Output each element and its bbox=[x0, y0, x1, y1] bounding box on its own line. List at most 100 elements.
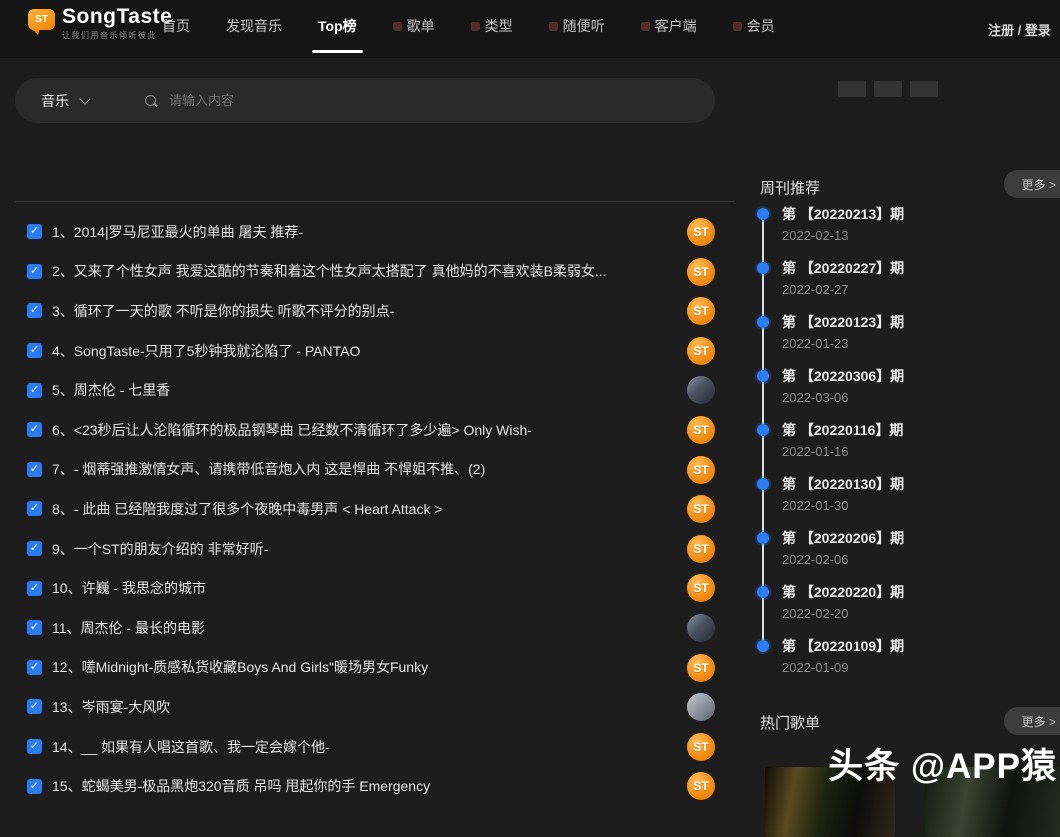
weekly-issue-item[interactable]: 第 【20220220】期 2022-02-20 bbox=[758, 583, 1058, 637]
checked-checkbox-icon[interactable] bbox=[27, 264, 42, 279]
search-category-dropdown[interactable]: 音乐 bbox=[41, 91, 89, 111]
song-row[interactable]: 2、又来了个性女声 我爱这酷的节奏和着这个性女声太搭配了 真他妈的不喜欢装B柔弱… bbox=[15, 252, 735, 292]
checked-checkbox-icon[interactable] bbox=[27, 224, 42, 239]
song-title-text[interactable]: 5、周杰伦 - 七里香 bbox=[52, 380, 170, 400]
nav-item[interactable]: 发现音乐 bbox=[226, 12, 282, 46]
song-row[interactable]: 3、循环了一天的歌 不听是你的损失 听歌不评分的别点- ST bbox=[15, 291, 735, 331]
uploader-avatar[interactable]: ST bbox=[687, 535, 715, 563]
uploader-avatar[interactable]: ST bbox=[687, 456, 715, 484]
song-title-text[interactable]: 3、循环了一天的歌 不听是你的损失 听歌不评分的别点- bbox=[52, 301, 394, 321]
weekly-issue-item[interactable]: 第 【20220306】期 2022-03-06 bbox=[758, 367, 1058, 421]
song-row[interactable]: 15、蛇蝎美男-极品黑炮320音质 吊吗 甩起你的手 Emergency ST bbox=[15, 766, 735, 806]
song-row[interactable]: 14、__ 如果有人唱这首歌、我一定会嫁个他- ST bbox=[15, 727, 735, 767]
song-title-text[interactable]: 14、__ 如果有人唱这首歌、我一定会嫁个他- bbox=[52, 737, 330, 757]
uploader-avatar[interactable]: ST bbox=[687, 297, 715, 325]
weekly-issue-label[interactable]: 第 【20220109】期 bbox=[782, 637, 1058, 655]
checked-checkbox-icon[interactable] bbox=[27, 581, 42, 596]
weekly-issue-item[interactable]: 第 【20220227】期 2022-02-27 bbox=[758, 259, 1058, 313]
weekly-issue-item[interactable]: 第 【20220123】期 2022-01-23 bbox=[758, 313, 1058, 367]
checked-checkbox-icon[interactable] bbox=[27, 383, 42, 398]
weekly-issue-date: 2022-02-20 bbox=[782, 606, 1058, 621]
song-title-text[interactable]: 6、<23秒后让人沦陷循环的极品钢琴曲 已经数不清循环了多少遍> Only Wi… bbox=[52, 420, 532, 440]
song-row[interactable]: 7、- 烟蒂强推激情女声、请携带低音炮入内 这是悍曲 不悍姐不推、(2) ST bbox=[15, 450, 735, 490]
song-title-text[interactable]: 11、周杰伦 - 最长的电影 bbox=[52, 618, 205, 638]
nav-item[interactable]: 会员 bbox=[733, 12, 775, 46]
checked-checkbox-icon[interactable] bbox=[27, 660, 42, 675]
checked-checkbox-icon[interactable] bbox=[27, 620, 42, 635]
song-row[interactable]: 9、一个ST的朋友介绍的 非常好听- ST bbox=[15, 529, 735, 569]
uploader-avatar[interactable]: ST bbox=[687, 495, 715, 523]
song-row[interactable]: 8、- 此曲 已经陪我度过了很多个夜晚中毒男声 < Heart Attack >… bbox=[15, 489, 735, 529]
weekly-issue-item[interactable]: 第 【20220109】期 2022-01-09 bbox=[758, 637, 1058, 691]
uploader-avatar[interactable]: ST bbox=[687, 733, 715, 761]
weekly-issue-item[interactable]: 第 【20220213】期 2022-02-13 bbox=[758, 205, 1058, 259]
logo[interactable]: ST SongTaste 让我们用音乐倾听彼此 bbox=[28, 5, 172, 41]
song-row[interactable]: 10、许巍 - 我思念的城市 ST bbox=[15, 568, 735, 608]
nav-item-icon bbox=[733, 22, 742, 31]
quick-filter-button[interactable] bbox=[838, 81, 866, 97]
song-row[interactable]: 1、2014|罗马尼亚最火的单曲 屠夫 推荐- ST bbox=[15, 212, 735, 252]
uploader-avatar[interactable]: ST bbox=[687, 772, 715, 800]
uploader-avatar[interactable] bbox=[687, 614, 715, 642]
song-title-text[interactable]: 15、蛇蝎美男-极品黑炮320音质 吊吗 甩起你的手 Emergency bbox=[52, 776, 430, 796]
song-title-text[interactable]: 1、2014|罗马尼亚最火的单曲 屠夫 推荐- bbox=[52, 222, 303, 242]
hot-playlists-more-button[interactable]: 更多 > bbox=[1004, 707, 1060, 735]
uploader-avatar[interactable] bbox=[687, 376, 715, 404]
song-title-text[interactable]: 4、SongTaste-只用了5秒钟我就沦陷了 - PANTAO bbox=[52, 341, 360, 361]
song-title-text[interactable]: 12、嗟Midnight-质感私货收藏Boys And Girls"暖场男女Fu… bbox=[52, 657, 428, 677]
weekly-issue-label[interactable]: 第 【20220306】期 bbox=[782, 367, 1058, 385]
weekly-issue-label[interactable]: 第 【20220116】期 bbox=[782, 421, 1058, 439]
checked-checkbox-icon[interactable] bbox=[27, 422, 42, 437]
weekly-issue-item[interactable]: 第 【20220206】期 2022-02-06 bbox=[758, 529, 1058, 583]
song-title-text[interactable]: 9、一个ST的朋友介绍的 非常好听- bbox=[52, 539, 268, 559]
weekly-issue-label[interactable]: 第 【20220206】期 bbox=[782, 529, 1058, 547]
song-title-text[interactable]: 10、许巍 - 我思念的城市 bbox=[52, 578, 206, 598]
song-title-text[interactable]: 13、岑雨宴-大风吹 bbox=[52, 697, 170, 717]
checked-checkbox-icon[interactable] bbox=[27, 699, 42, 714]
search-input[interactable] bbox=[167, 92, 715, 109]
checked-checkbox-icon[interactable] bbox=[27, 779, 42, 794]
register-login-link[interactable]: 注册 / 登录 bbox=[988, 20, 1051, 39]
nav-item[interactable]: 随便听 bbox=[549, 12, 605, 46]
uploader-avatar[interactable]: ST bbox=[687, 337, 715, 365]
weekly-issue-item[interactable]: 第 【20220130】期 2022-01-30 bbox=[758, 475, 1058, 529]
weekly-issue-label[interactable]: 第 【20220130】期 bbox=[782, 475, 1058, 493]
song-row[interactable]: 12、嗟Midnight-质感私货收藏Boys And Girls"暖场男女Fu… bbox=[15, 648, 735, 688]
song-title: - 烟蒂强推激情女声、请携带低音炮入内 这是悍曲 不悍姐不推、(2) bbox=[74, 461, 485, 477]
song-title-text[interactable]: 7、- 烟蒂强推激情女声、请携带低音炮入内 这是悍曲 不悍姐不推、(2) bbox=[52, 459, 485, 479]
checked-checkbox-icon[interactable] bbox=[27, 501, 42, 516]
song-row[interactable]: 4、SongTaste-只用了5秒钟我就沦陷了 - PANTAO ST bbox=[15, 331, 735, 371]
quick-filter-button[interactable] bbox=[910, 81, 938, 97]
quick-filter-button[interactable] bbox=[874, 81, 902, 97]
checked-checkbox-icon[interactable] bbox=[27, 462, 42, 477]
nav-item[interactable]: Top榜 bbox=[318, 12, 357, 46]
song-title-text[interactable]: 8、- 此曲 已经陪我度过了很多个夜晚中毒男声 < Heart Attack > bbox=[52, 499, 443, 519]
weekly-issue-label[interactable]: 第 【20220123】期 bbox=[782, 313, 1058, 331]
weekly-issue-label[interactable]: 第 【20220213】期 bbox=[782, 205, 1058, 223]
uploader-avatar[interactable]: ST bbox=[687, 218, 715, 246]
nav-item[interactable]: 类型 bbox=[471, 12, 513, 46]
song-row[interactable]: 6、<23秒后让人沦陷循环的极品钢琴曲 已经数不清循环了多少遍> Only Wi… bbox=[15, 410, 735, 450]
checked-checkbox-icon[interactable] bbox=[27, 303, 42, 318]
song-row[interactable]: 11、周杰伦 - 最长的电影 bbox=[15, 608, 735, 648]
uploader-avatar[interactable]: ST bbox=[687, 258, 715, 286]
weekly-more-button[interactable]: 更多 > bbox=[1004, 170, 1060, 198]
timeline-dot-icon bbox=[757, 478, 769, 490]
weekly-issue-item[interactable]: 第 【20220116】期 2022-01-16 bbox=[758, 421, 1058, 475]
song-row[interactable]: 13、岑雨宴-大风吹 bbox=[15, 687, 735, 727]
uploader-avatar[interactable]: ST bbox=[687, 416, 715, 444]
song-row[interactable]: 5、周杰伦 - 七里香 bbox=[15, 370, 735, 410]
uploader-avatar[interactable]: ST bbox=[687, 574, 715, 602]
checked-checkbox-icon[interactable] bbox=[27, 343, 42, 358]
uploader-avatar[interactable] bbox=[687, 693, 715, 721]
nav-item[interactable]: 首页 bbox=[162, 12, 190, 46]
checked-checkbox-icon[interactable] bbox=[27, 739, 42, 754]
nav-item-label: 发现音乐 bbox=[226, 16, 282, 36]
checked-checkbox-icon[interactable] bbox=[27, 541, 42, 556]
nav-item[interactable]: 歌单 bbox=[393, 12, 435, 46]
weekly-issue-label[interactable]: 第 【20220220】期 bbox=[782, 583, 1058, 601]
song-title-text[interactable]: 2、又来了个性女声 我爱这酷的节奏和着这个性女声太搭配了 真他妈的不喜欢装B柔弱… bbox=[52, 261, 607, 281]
nav-item[interactable]: 客户端 bbox=[641, 12, 697, 46]
weekly-issue-label[interactable]: 第 【20220227】期 bbox=[782, 259, 1058, 277]
uploader-avatar[interactable]: ST bbox=[687, 654, 715, 682]
